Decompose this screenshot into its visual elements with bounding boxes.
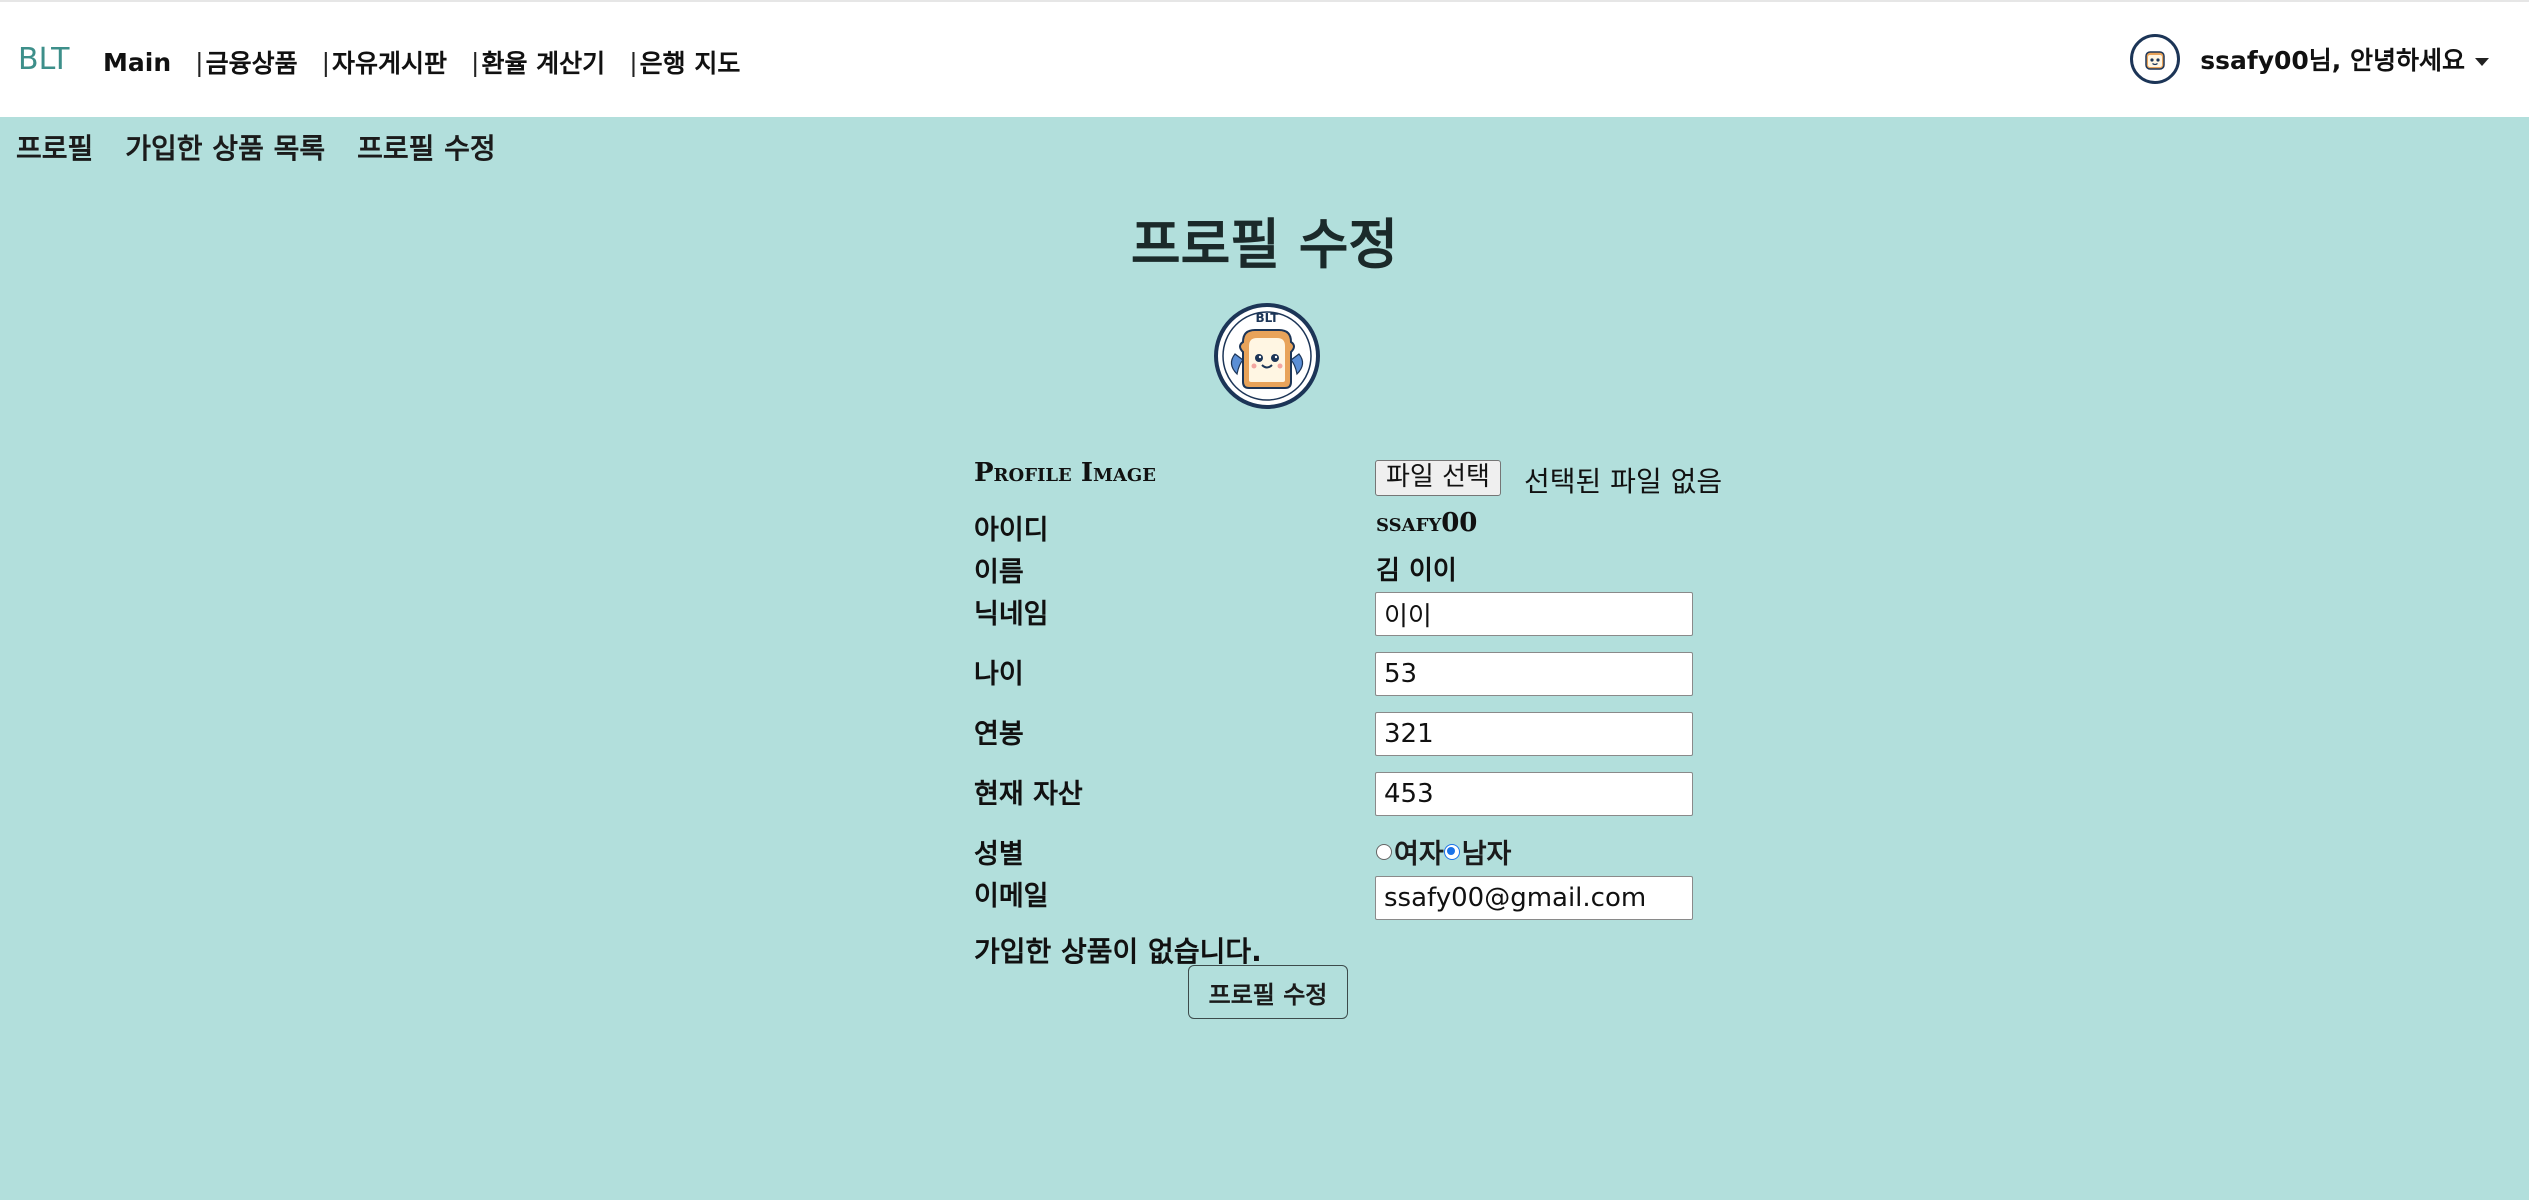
subnav-item-profile[interactable]: 프로필 (16, 127, 93, 167)
blt-toast-logo-icon (2134, 38, 2177, 80)
nav-item-exchange-calculator[interactable]: 환율 계산기 (481, 44, 605, 80)
subnav-item-edit-profile[interactable]: 프로필 수정 (357, 127, 496, 167)
age-field[interactable] (1375, 652, 1693, 696)
nav-item-bank-map[interactable]: 은행 지도 (640, 44, 741, 80)
name-label: 이름 (974, 557, 1024, 588)
main-nav: Main | 금융상품 | 자유게시판 | 환율 계산기 | 은행 지도 (103, 44, 740, 80)
username-value: ssafy00 (1376, 508, 1478, 538)
gender-radio-group: 여자 남자 (1376, 832, 1511, 871)
email-field[interactable] (1375, 876, 1693, 920)
age-label: 나이 (974, 659, 1024, 690)
profile-image-label: Profile Image (974, 458, 1156, 488)
subnav-item-joined-products[interactable]: 가입한 상품 목록 (125, 127, 325, 167)
nav-separator: | (629, 47, 638, 77)
user-menu-dropdown[interactable]: ssafy00님, 안녕하세요 (2130, 34, 2489, 84)
gender-option-male-label: 남자 (1461, 839, 1512, 870)
gender-radio-male[interactable] (1443, 843, 1460, 860)
email-label: 이메일 (974, 881, 1049, 912)
nav-separator: | (471, 47, 480, 77)
assets-label: 현재 자산 (974, 779, 1083, 810)
avatar-text: BLT (1256, 311, 1280, 325)
gender-radio-female[interactable] (1376, 843, 1392, 860)
brand-logo-link[interactable]: BLT (18, 42, 70, 77)
gender-option-female-label: 여자 (1394, 839, 1444, 870)
nickname-field[interactable] (1375, 592, 1693, 636)
assets-field[interactable] (1375, 772, 1693, 816)
nav-separator: | (195, 47, 204, 77)
no-products-message: 가입한 상품이 없습니다. (974, 935, 1262, 968)
salary-label: 연봉 (974, 719, 1024, 750)
profile-avatar: BLT (1213, 302, 1321, 410)
chevron-down-icon (2475, 58, 2489, 66)
profile-subnav: 프로필 가입한 상품 목록 프로필 수정 (16, 127, 496, 167)
blt-toast-logo-icon: BLT (1214, 303, 1320, 409)
user-greeting-text: ssafy00님, 안녕하세요 (2200, 46, 2465, 75)
page-title: 프로필 수정 (1130, 213, 1399, 276)
update-profile-button[interactable]: 프로필 수정 (1188, 965, 1348, 1019)
gender-label: 성별 (974, 839, 1024, 870)
file-select-status: 선택된 파일 없음 (1524, 465, 1723, 498)
name-value: 김 이이 (1376, 556, 1457, 586)
salary-field[interactable] (1375, 712, 1693, 756)
file-select-button[interactable]: 파일 선택 (1375, 460, 1501, 496)
avatar (2130, 34, 2181, 84)
nav-item-free-board[interactable]: 자유게시판 (332, 44, 447, 80)
username-label: 아이디 (974, 515, 1049, 546)
nickname-label: 닉네임 (974, 599, 1049, 630)
nav-item-financial-products[interactable]: 금융상품 (206, 44, 298, 80)
user-greeting[interactable]: ssafy00님, 안녕하세요 (2200, 41, 2489, 77)
nav-item-main[interactable]: Main (103, 48, 171, 77)
top-navbar: BLT Main | 금융상품 | 자유게시판 | 환율 계산기 | 은행 지도… (0, 0, 2529, 117)
nav-separator: | (321, 47, 331, 77)
